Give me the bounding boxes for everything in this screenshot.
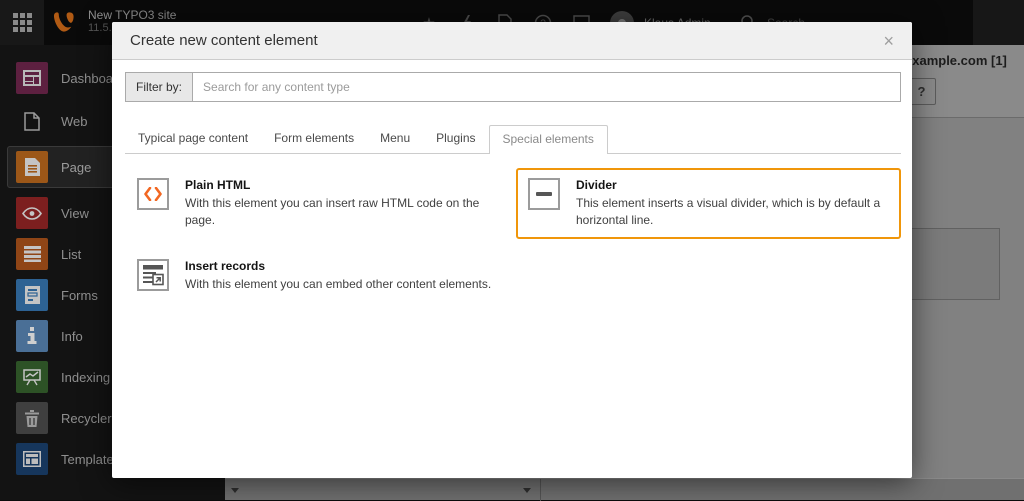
close-icon[interactable]: × (883, 32, 894, 50)
item-description: With this element you can insert raw HTM… (185, 195, 498, 229)
tab-form-elements[interactable]: Form elements (261, 125, 367, 153)
web-icon (16, 105, 48, 137)
content-element-list: Plain HTML With this element you can ins… (125, 168, 901, 310)
item-plain-html[interactable]: Plain HTML With this element you can ins… (125, 168, 510, 239)
page-title: example.com [1] (905, 53, 1007, 68)
chevron-down-icon (231, 488, 239, 493)
divider-icon (528, 178, 560, 210)
sidebar-item-label: Page (61, 160, 91, 175)
typo3-logo-icon (50, 8, 78, 36)
tab-menu[interactable]: Menu (367, 125, 423, 153)
sidebar-item-label: Template (61, 452, 114, 467)
tab-plugins[interactable]: Plugins (423, 125, 488, 153)
content-type-search-input[interactable] (192, 72, 901, 102)
dashboard-icon (16, 62, 48, 94)
item-description: With this element you can embed other co… (185, 276, 491, 293)
content-element-tabs: Typical page content Form elements Menu … (125, 125, 901, 154)
item-divider[interactable]: Divider This element inserts a visual di… (516, 168, 901, 239)
item-description: This element inserts a visual divider, w… (576, 195, 889, 229)
forms-icon (16, 279, 48, 311)
filter-by-label: Filter by: (125, 72, 192, 102)
sidebar-item-label: Web (61, 114, 88, 129)
insert-records-icon (137, 259, 169, 291)
filter-group: Filter by: (125, 72, 901, 102)
view-eye-icon (16, 197, 48, 229)
modal-header: Create new content element × (112, 22, 912, 60)
item-title: Plain HTML (185, 178, 498, 192)
app-grid-icon (13, 13, 32, 32)
recycler-trash-icon (16, 402, 48, 434)
html-code-icon (137, 178, 169, 210)
sidebar-item-label: Forms (61, 288, 98, 303)
sidebar-item-label: View (61, 206, 89, 221)
template-layout-icon (16, 443, 48, 475)
tab-special-elements[interactable]: Special elements (489, 125, 608, 154)
tab-typical-page-content[interactable]: Typical page content (125, 125, 261, 153)
sidebar-item-label: Indexing (61, 370, 110, 385)
list-icon (16, 238, 48, 270)
page-icon (16, 151, 48, 183)
create-content-element-modal: Create new content element × Filter by: … (112, 22, 912, 478)
bottom-select-right[interactable] (541, 479, 1024, 501)
module-menu-toggle[interactable] (0, 0, 44, 45)
item-insert-records[interactable]: Insert records With this element you can… (125, 249, 510, 310)
site-name: New TYPO3 site (88, 8, 176, 22)
bottom-toolbar (225, 478, 1024, 500)
topbar-right-segment (973, 0, 1024, 45)
sidebar-item-label: Info (61, 329, 83, 344)
sidebar-item-label: Recycler (61, 411, 112, 426)
chevron-down-icon (523, 488, 531, 493)
item-title: Divider (576, 178, 889, 192)
bottom-select-left[interactable] (225, 479, 541, 501)
item-title: Insert records (185, 259, 491, 273)
modal-title: Create new content element (130, 32, 883, 49)
info-icon (16, 320, 48, 352)
indexing-chart-icon (16, 361, 48, 393)
sidebar-item-label: List (61, 247, 81, 262)
